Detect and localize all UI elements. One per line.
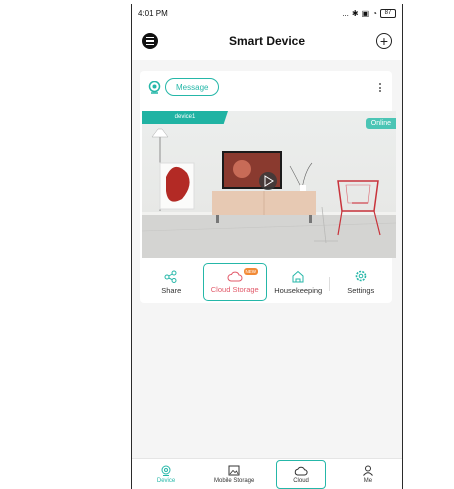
room-illustration bbox=[142, 128, 396, 258]
tab-mobile-storage[interactable]: Mobile Storage bbox=[200, 459, 268, 489]
message-button[interactable]: Message bbox=[165, 78, 220, 96]
status-icons: ... ✱ ▣ ◔ 87 bbox=[342, 8, 396, 18]
wifi-icon: ◔ bbox=[372, 8, 377, 18]
camera-preview[interactable]: device1 Online bbox=[142, 111, 396, 258]
tab-cloud-label: Cloud bbox=[293, 477, 309, 484]
image-icon bbox=[228, 465, 240, 475]
tab-device[interactable]: Device bbox=[132, 459, 200, 489]
add-device-button[interactable]: + bbox=[376, 33, 392, 49]
new-badge: NEW bbox=[243, 268, 258, 275]
menu-icon[interactable] bbox=[142, 33, 158, 49]
tab-cloud[interactable]: Cloud bbox=[276, 460, 326, 489]
housekeeping-label: Housekeeping bbox=[274, 285, 323, 295]
device-icon bbox=[161, 465, 171, 476]
tab-me[interactable]: Me bbox=[334, 459, 402, 489]
bottom-tab-bar: Device Mobile Storage Cloud Me bbox=[132, 458, 402, 489]
tab-mobile-storage-label: Mobile Storage bbox=[213, 477, 255, 484]
card-toolbar: Message bbox=[140, 71, 392, 107]
user-icon bbox=[363, 465, 373, 476]
share-button[interactable]: Share bbox=[140, 261, 203, 303]
housekeeping-button[interactable]: Housekeeping bbox=[267, 261, 330, 303]
home-icon bbox=[292, 270, 304, 282]
status-time: 4:01 PM bbox=[138, 8, 168, 18]
share-icon bbox=[164, 270, 177, 283]
status-bar: 4:01 PM ... ✱ ▣ ◔ 87 bbox=[132, 4, 402, 22]
device-name-tag: device1 bbox=[142, 111, 228, 124]
cloud-storage-label: Cloud Storage bbox=[210, 284, 259, 294]
tab-device-label: Device bbox=[156, 477, 176, 484]
app-header: Smart Device + bbox=[132, 22, 402, 60]
phone-screen: 4:01 PM ... ✱ ▣ ◔ 87 Smart Device + Mess… bbox=[131, 4, 403, 489]
battery-icon: 87 bbox=[380, 8, 396, 18]
camera-location-icon[interactable] bbox=[148, 81, 161, 95]
page-title: Smart Device bbox=[228, 34, 306, 48]
tab-me-label: Me bbox=[363, 477, 373, 484]
settings-label: Settings bbox=[347, 286, 375, 295]
cloud-storage-button[interactable]: NEW Cloud Storage bbox=[202, 263, 267, 301]
cloud-icon bbox=[227, 271, 243, 281]
bluetooth-icon: ✱ bbox=[351, 8, 359, 18]
gear-icon bbox=[355, 270, 367, 282]
more-options-icon[interactable] bbox=[379, 83, 382, 92]
share-label: Share bbox=[161, 285, 182, 295]
device-card: Message device1 Online Share NEW Cloud S… bbox=[140, 71, 396, 303]
sim-icon: ▣ bbox=[361, 8, 370, 18]
settings-button[interactable]: Settings bbox=[330, 261, 393, 303]
cloud-tab-icon bbox=[294, 466, 308, 475]
status-dots: ... bbox=[342, 8, 349, 18]
online-status-badge: Online bbox=[365, 118, 396, 129]
device-actions: Share NEW Cloud Storage Housekeeping Set… bbox=[140, 261, 392, 303]
